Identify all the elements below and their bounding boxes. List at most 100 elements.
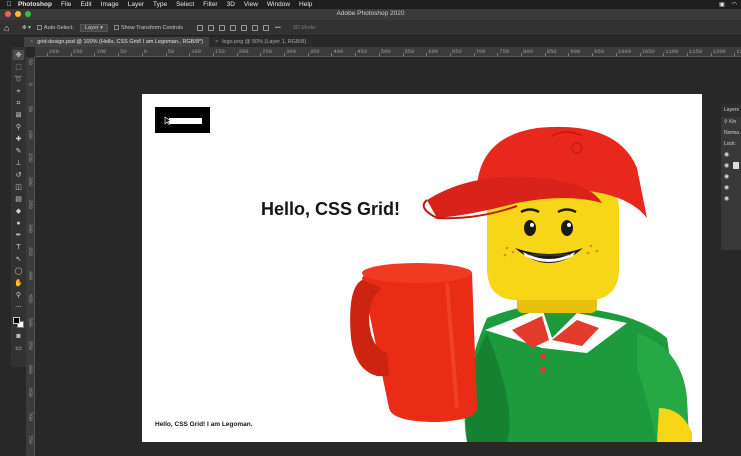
layers-search[interactable]: ⚲ Kin xyxy=(721,117,741,128)
menu-type[interactable]: Type xyxy=(153,1,167,8)
align-right-icon[interactable] xyxy=(252,24,258,31)
move-tool-preset-icon[interactable]: ✥ ▾ xyxy=(22,25,31,31)
layer-row[interactable]: ◉ xyxy=(721,161,741,172)
layers-search-input[interactable]: Kin xyxy=(729,119,736,125)
eye-icon[interactable]: ◉ xyxy=(724,163,729,169)
align-top-icon[interactable] xyxy=(197,24,203,31)
crop-tool-icon[interactable]: ⌗ xyxy=(13,98,24,108)
home-icon[interactable]: ⌂ xyxy=(4,23,16,33)
transform-controls-checkbox[interactable]: Show Transform Controls xyxy=(113,25,183,31)
menu-image[interactable]: Image xyxy=(101,1,119,8)
pen-tool-icon[interactable]: ✒ xyxy=(13,230,24,240)
document-tabs: × grid-design.psd @ 100% (Hello, CSS Gri… xyxy=(24,37,313,47)
wifi-icon[interactable]: ◠ xyxy=(732,1,737,8)
menu-layer[interactable]: Layer xyxy=(128,1,144,8)
apple-icon[interactable]:  xyxy=(0,1,18,8)
vertical-ruler[interactable]: 50 0 50 100 150 200 250 300 350 400 450 500 550 600 65… xyxy=(26,57,35,456)
document-canvas[interactable]: Hello, CSS Grid! Hello, CSS Grid! I am L… xyxy=(142,94,702,442)
close-tab-icon[interactable]: × xyxy=(30,37,33,47)
layers-panel-title[interactable]: Layers xyxy=(721,104,741,117)
move-tool-icon[interactable]: ✥ xyxy=(13,50,24,60)
tab-lego[interactable]: × lego.png @ 50% (Layer 1, RGB/8) xyxy=(208,37,313,47)
ruler-tick-label: 450 xyxy=(357,48,367,55)
close-tab-icon[interactable]: × xyxy=(215,37,218,47)
frame-tool-icon[interactable]: ⊠ xyxy=(13,110,24,120)
legoman-image[interactable] xyxy=(337,108,702,442)
horizontal-ruler[interactable]: 200 150 100 50 0 50 100 150 200 250 300 350 400 450 50… xyxy=(35,47,741,57)
menu-app-name[interactable]: Photoshop xyxy=(18,1,52,8)
ruler-tick-label: 1000 xyxy=(617,48,631,55)
ruler-tick-mark xyxy=(284,53,285,56)
foreground-color-swatch[interactable] xyxy=(12,317,20,324)
history-brush-tool-icon[interactable]: ↺ xyxy=(13,170,24,180)
eye-icon[interactable]: ◉ xyxy=(724,196,729,202)
screen-mode-icon[interactable]: ▭ xyxy=(13,343,24,353)
menu-3d[interactable]: 3D xyxy=(227,1,235,8)
ruler-tick-label: 200 xyxy=(27,176,33,186)
ruler-tick-label: 200 xyxy=(238,48,249,55)
ruler-tick-mark xyxy=(236,53,238,56)
ruler-tick-label: 0 xyxy=(143,48,148,55)
zoom-tool-icon[interactable]: ⚲ xyxy=(13,290,24,300)
more-tools-icon[interactable]: ⋯ xyxy=(13,302,24,312)
ruler-tick-label: 700 xyxy=(475,48,486,55)
more-options-icon[interactable]: ••• xyxy=(275,25,281,31)
ruler-tick-label: 150 xyxy=(214,48,225,55)
blur-tool-icon[interactable]: ◆ xyxy=(13,206,24,216)
ruler-tick-mark xyxy=(189,53,191,56)
menu-window[interactable]: Window xyxy=(267,1,290,8)
path-select-tool-icon[interactable]: ↖ xyxy=(13,254,24,264)
eye-icon[interactable]: ◉ xyxy=(724,152,729,158)
gradient-tool-icon[interactable]: ▤ xyxy=(13,194,24,204)
distribute-icon[interactable] xyxy=(263,24,269,31)
layer-row[interactable]: ◉ xyxy=(721,194,741,205)
layer-row[interactable]: ◉ xyxy=(721,183,741,194)
lasso-tool-icon[interactable]: ➰ xyxy=(13,74,24,84)
quick-mask-icon[interactable]: ◙ xyxy=(13,331,24,341)
tab-grid-design[interactable]: × grid-design.psd @ 100% (Hello, CSS Gri… xyxy=(24,37,209,47)
ruler-tick-label: 1200 xyxy=(712,48,726,55)
ruler-tick-label: 0 xyxy=(27,82,33,86)
shape-tool-icon[interactable]: ◯ xyxy=(13,266,24,276)
auto-select-dropdown[interactable]: Layer ▾ xyxy=(79,23,108,32)
stamp-tool-icon[interactable]: ⊥ xyxy=(13,158,24,168)
options-bar: ⌂ ✥ ▾ Auto-Select: Layer ▾ Show Transfor… xyxy=(0,20,741,36)
blend-mode-dropdown[interactable]: Norma xyxy=(721,128,741,139)
align-left-icon[interactable] xyxy=(230,24,236,31)
type-tool-icon[interactable]: T xyxy=(13,242,24,252)
screen-record-icon[interactable]: ▣ xyxy=(719,1,725,8)
marquee-tool-icon[interactable]: ⬚ xyxy=(13,62,24,72)
ruler-tick-mark xyxy=(473,53,475,56)
healing-tool-icon[interactable]: ✚ xyxy=(13,134,24,144)
dodge-tool-icon[interactable]: ● xyxy=(13,218,24,228)
menu-filter[interactable]: Filter xyxy=(203,1,217,8)
brush-tool-icon[interactable]: ✎ xyxy=(13,146,24,156)
eye-icon[interactable]: ◉ xyxy=(724,174,729,180)
quick-select-tool-icon[interactable]: ⌖ xyxy=(13,86,24,96)
menu-select[interactable]: Select xyxy=(176,1,194,8)
menu-edit[interactable]: Edit xyxy=(80,1,91,8)
mouse-cursor-icon xyxy=(164,116,172,125)
eyedropper-tool-icon[interactable]: ⚲ xyxy=(13,122,24,132)
menubar-status-icons: ▣ ◠ xyxy=(719,0,737,9)
layer-row[interactable]: ◉ xyxy=(721,172,741,183)
align-center-icon[interactable] xyxy=(241,24,247,31)
eye-icon[interactable]: ◉ xyxy=(724,185,729,191)
color-swatches[interactable] xyxy=(12,317,25,329)
ruler-tick-label: 250 xyxy=(262,48,273,55)
menu-file[interactable]: File xyxy=(61,1,71,8)
eraser-tool-icon[interactable]: ◫ xyxy=(13,182,24,192)
hand-tool-icon[interactable]: ✋ xyxy=(13,278,24,288)
ruler-tick-label: 600 xyxy=(428,48,439,55)
menu-view[interactable]: View xyxy=(244,1,258,8)
auto-select-checkbox[interactable]: Auto-Select: xyxy=(36,25,74,31)
ruler-tick-mark xyxy=(568,53,570,56)
auto-select-value: Layer xyxy=(84,24,99,31)
align-bottom-icon[interactable] xyxy=(219,24,225,31)
ruler-tick-mark xyxy=(355,53,357,56)
layer-row[interactable]: ◉ xyxy=(721,150,741,161)
menu-help[interactable]: Help xyxy=(299,1,312,8)
ruler-tick-label: 800 xyxy=(523,48,533,55)
align-middle-icon[interactable] xyxy=(208,24,214,31)
caption-text[interactable]: Hello, CSS Grid! I am Legoman. xyxy=(155,421,253,428)
